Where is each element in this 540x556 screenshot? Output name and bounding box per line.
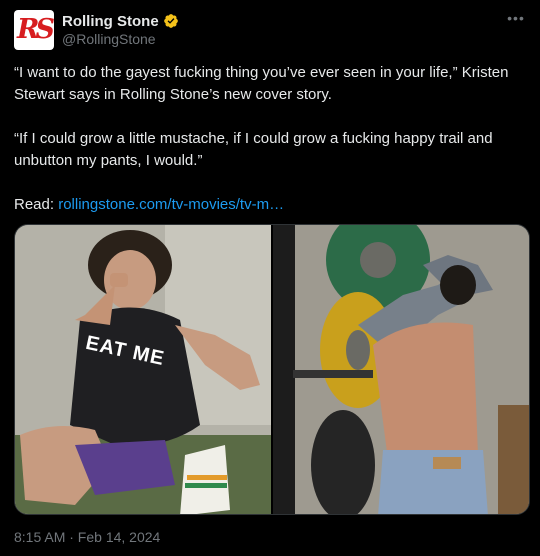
tweet-paragraph-2: “If I could grow a little mustache, if I… [14, 130, 493, 169]
photo-right[interactable] [273, 225, 529, 514]
photo-left-illustration [15, 225, 271, 514]
tweet-timestamp[interactable]: 8:15 AM · Feb 14, 2024 [14, 529, 160, 545]
read-label: Read: [14, 196, 59, 213]
tweet-text: “I want to do the gayest fucking thing y… [14, 62, 529, 216]
author-name-row: Rolling Stone [62, 12, 179, 30]
tweet-paragraph-1: “I want to do the gayest fucking thing y… [14, 64, 509, 103]
more-options-icon[interactable]: ••• [506, 11, 526, 28]
author-handle[interactable]: @RollingStone [62, 31, 156, 47]
rolling-stone-logo: RS [17, 14, 54, 45]
tweet-header: RS Rolling Stone @RollingStone ••• [14, 10, 526, 50]
article-link[interactable]: rollingstone.com/tv-movies/tv-m… [58, 196, 284, 213]
photo-right-illustration [273, 225, 529, 514]
tweet-read-line: Read: rollingstone.com/tv-movies/tv-m… [14, 194, 529, 216]
author-display-name[interactable]: Rolling Stone [62, 13, 159, 30]
media-grid[interactable]: EAT ME [14, 224, 530, 515]
verified-badge-icon [163, 14, 178, 28]
avatar[interactable]: RS [14, 10, 54, 50]
tweet: RS Rolling Stone @RollingStone ••• “I wa… [0, 0, 540, 556]
photo-left[interactable]: EAT ME [15, 225, 271, 514]
